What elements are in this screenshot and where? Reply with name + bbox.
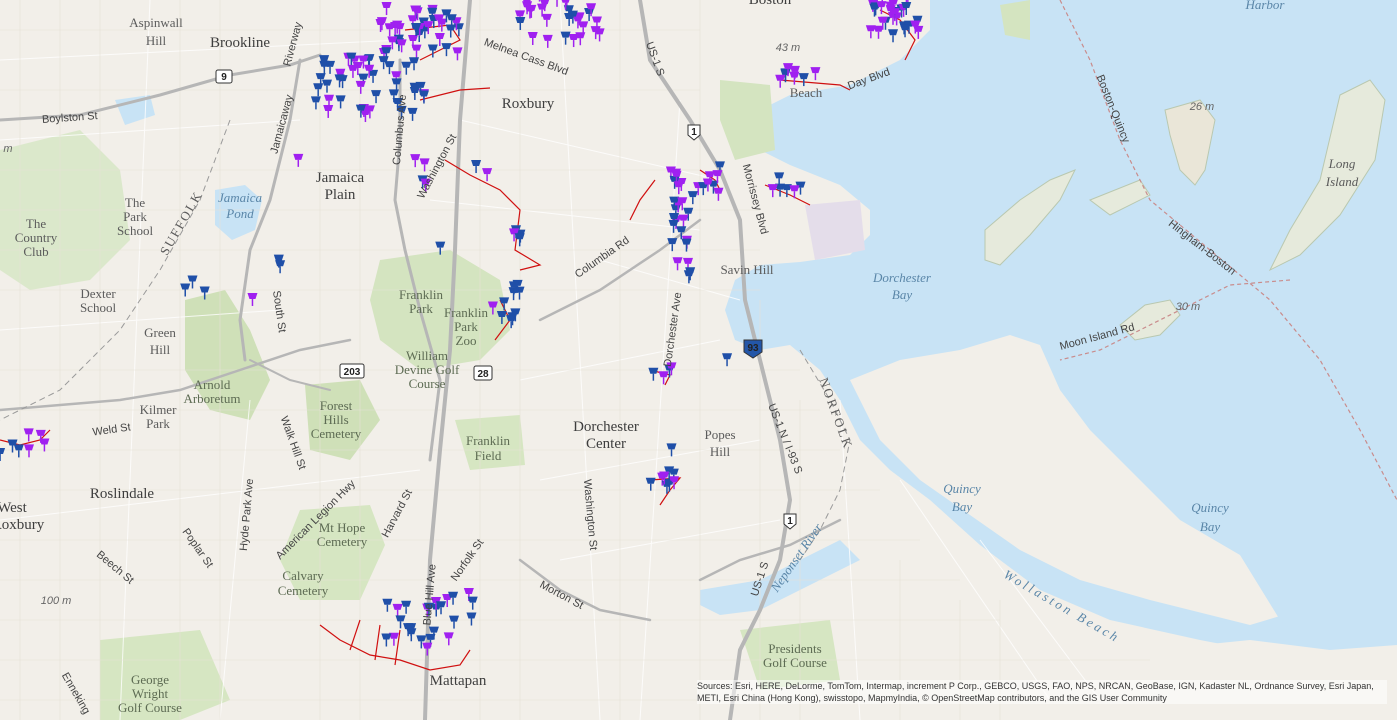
svg-text:Franklin: Franklin xyxy=(444,305,489,320)
shield-rt28: 28 xyxy=(477,369,489,380)
label-roslindale: Roslindale xyxy=(90,486,155,502)
svg-text:Golf Course: Golf Course xyxy=(763,655,827,670)
svg-text:Hills: Hills xyxy=(323,412,348,427)
svg-text:Park: Park xyxy=(146,416,170,431)
svg-text:26 m: 26 m xyxy=(1189,101,1214,113)
svg-text:Country: Country xyxy=(15,230,58,245)
svg-text:The: The xyxy=(125,195,145,210)
svg-text:Popes: Popes xyxy=(704,427,735,442)
svg-text:Quincy: Quincy xyxy=(943,481,981,496)
svg-text:m: m xyxy=(3,143,12,155)
shield-us1-n: 1 xyxy=(691,127,697,138)
svg-text:William: William xyxy=(406,348,448,363)
svg-text:Course: Course xyxy=(409,376,446,391)
svg-text:Park: Park xyxy=(454,319,478,334)
label-dorchester-center-1: Dorchester xyxy=(573,419,639,435)
svg-text:Island: Island xyxy=(1325,174,1359,189)
label-roxbury: Roxbury xyxy=(502,96,555,112)
svg-text:Dorchester: Dorchester xyxy=(872,270,932,285)
svg-text:Arboretum: Arboretum xyxy=(183,391,240,406)
svg-text:Hill: Hill xyxy=(710,444,731,459)
svg-text:Park: Park xyxy=(409,301,433,316)
svg-text:Bay: Bay xyxy=(952,499,972,514)
svg-text:George: George xyxy=(131,672,169,687)
label-west-roxbury-2: Roxbury xyxy=(0,517,45,533)
svg-text:Quincy: Quincy xyxy=(1191,500,1229,515)
label-jamaica-plain-2: Plain xyxy=(325,187,356,203)
svg-text:43 m: 43 m xyxy=(776,42,800,54)
map-attribution[interactable]: Sources: Esri, HERE, DeLorme, TomTom, In… xyxy=(697,680,1387,704)
svg-text:Franklin: Franklin xyxy=(466,433,511,448)
svg-text:Jamaica: Jamaica xyxy=(218,190,263,205)
svg-text:Pond: Pond xyxy=(225,206,254,221)
svg-text:Zoo: Zoo xyxy=(456,333,477,348)
shield-rt203: 203 xyxy=(344,367,361,378)
svg-text:100 m: 100 m xyxy=(41,595,72,607)
svg-text:Calvary: Calvary xyxy=(282,568,324,583)
label-dorchester-center-2: Center xyxy=(586,436,626,452)
svg-text:Mt Hope: Mt Hope xyxy=(319,520,366,535)
svg-text:The: The xyxy=(26,216,46,231)
map-canvas: 9 1 28 203 93 1 Brookline Roxbury Jamaic… xyxy=(0,0,1397,720)
shield-us1-s: 1 xyxy=(787,516,793,527)
svg-text:Wright: Wright xyxy=(132,686,169,701)
svg-text:School: School xyxy=(117,223,154,238)
label-west-roxbury-1: West xyxy=(0,500,28,516)
label-brookline: Brookline xyxy=(210,35,270,51)
svg-text:Hill: Hill xyxy=(146,33,167,48)
svg-text:Kilmer: Kilmer xyxy=(140,402,177,417)
svg-text:Club: Club xyxy=(23,244,48,259)
label-jamaica-plain-1: Jamaica xyxy=(316,170,365,186)
svg-text:Park: Park xyxy=(123,209,147,224)
svg-text:Aspinwall: Aspinwall xyxy=(129,15,183,30)
svg-text:Presidents: Presidents xyxy=(768,641,821,656)
label-boston: Boston xyxy=(749,0,792,8)
svg-text:Cemetery: Cemetery xyxy=(278,583,329,598)
svg-text:Dexter: Dexter xyxy=(80,286,116,301)
svg-text:Cemetery: Cemetery xyxy=(317,534,368,549)
svg-text:30 m: 30 m xyxy=(1176,301,1200,313)
svg-text:Hill: Hill xyxy=(150,342,171,357)
svg-text:Bay: Bay xyxy=(892,287,912,302)
svg-text:Green: Green xyxy=(144,325,176,340)
svg-text:Golf Course: Golf Course xyxy=(118,700,182,715)
svg-text:Franklin: Franklin xyxy=(399,287,444,302)
svg-text:School: School xyxy=(80,300,117,315)
svg-text:Bay: Bay xyxy=(1200,519,1220,534)
shield-rt9: 9 xyxy=(221,72,227,83)
svg-text:Harbor: Harbor xyxy=(1244,0,1285,12)
svg-text:Cemetery: Cemetery xyxy=(311,426,362,441)
svg-text:Arnold: Arnold xyxy=(194,377,231,392)
shield-i93: 93 xyxy=(747,343,759,354)
svg-text:Field: Field xyxy=(475,448,502,463)
label-mattapan: Mattapan xyxy=(430,673,487,689)
basemap[interactable]: 9 1 28 203 93 1 Brookline Roxbury Jamaic… xyxy=(0,0,1397,720)
svg-text:Long: Long xyxy=(1328,156,1356,171)
svg-text:Savin Hill: Savin Hill xyxy=(720,262,773,277)
svg-text:Forest: Forest xyxy=(320,398,353,413)
svg-text:Beach: Beach xyxy=(790,85,823,100)
svg-text:Devine Golf: Devine Golf xyxy=(395,362,460,377)
